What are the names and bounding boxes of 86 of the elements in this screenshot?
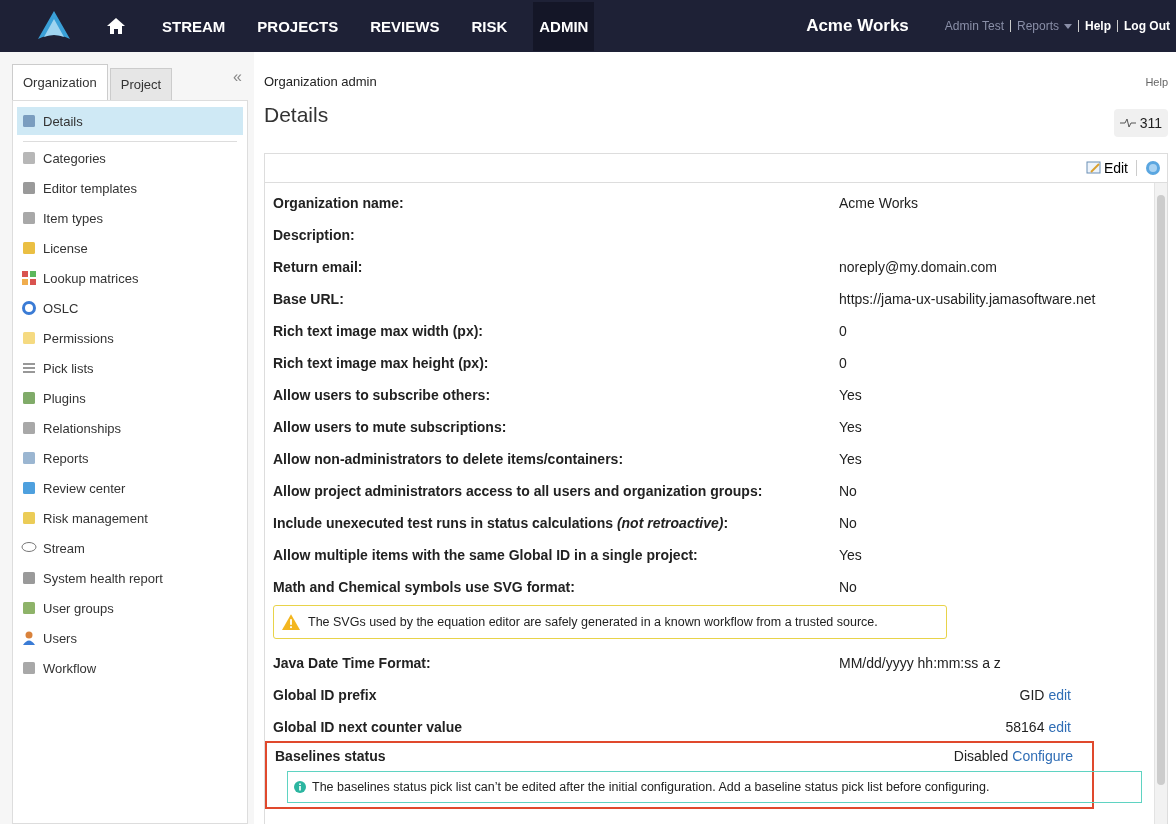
field-value: Yes <box>839 547 862 563</box>
edit-link[interactable]: edit <box>1048 719 1071 735</box>
field-value: GID <box>1019 687 1045 703</box>
field-value: noreply@my.domain.com <box>839 259 997 275</box>
user-icon <box>21 630 37 646</box>
sidebar-tab[interactable]: Project <box>109 68 173 100</box>
edit-link[interactable]: Configure <box>1012 748 1073 764</box>
user-link[interactable]: Admin Test <box>944 19 1004 33</box>
edit-link[interactable]: edit <box>1048 687 1071 703</box>
activity-counter[interactable]: 311 <box>1113 109 1168 137</box>
sidebar-item[interactable]: OSLC <box>17 293 243 323</box>
field-label: Baselines status <box>275 748 387 764</box>
page-title: Details <box>264 103 329 127</box>
field-label: Return email: <box>273 259 364 275</box>
nav-tab[interactable]: STREAM <box>162 17 226 35</box>
field-label: Rich text image max height (px): <box>273 355 490 371</box>
sidebar-item[interactable]: Workflow <box>17 653 243 683</box>
field-value: 0 <box>839 323 847 339</box>
field-value: Yes <box>839 387 862 403</box>
sidebar-tab[interactable]: Organization <box>12 64 108 100</box>
field-label: Description: <box>273 227 356 243</box>
reports-menu[interactable]: Reports <box>1016 19 1072 33</box>
sidebar-item[interactable]: Editor templates <box>17 173 243 203</box>
field-value: No <box>839 579 857 595</box>
field-label: Include unexecuted test runs in status calculations (not retroactive): <box>273 515 730 531</box>
sidebar-item[interactable]: License <box>17 233 243 263</box>
field-value: https://jama-ux-usability.jamasoftware.net <box>839 291 1096 307</box>
nav-tab[interactable]: REVIEWS <box>370 17 440 35</box>
grid-icon <box>21 270 37 286</box>
breadcrumb: Organization admin <box>264 74 377 89</box>
field-label: Global ID next counter value <box>273 719 464 735</box>
organization-name: Acme Works <box>806 16 909 36</box>
nav-tab[interactable]: ADMIN <box>533 1 595 51</box>
sidebar-item[interactable]: Review center <box>17 473 243 503</box>
field-value: MM/dd/yyyy hh:mm:ss a z <box>839 655 1001 671</box>
help-link[interactable]: Help <box>1145 75 1168 88</box>
warning-icon <box>282 614 300 630</box>
activity-count: 311 <box>1139 115 1162 131</box>
edit-button[interactable]: Edit <box>1085 160 1137 176</box>
sidebar-item[interactable]: Risk management <box>17 503 243 533</box>
caret-icon <box>1064 23 1072 29</box>
sidebar-item[interactable]: Lookup matrices <box>17 263 243 293</box>
field-label: Global ID prefix <box>273 687 378 703</box>
field-label: Java Date Time Format: <box>273 655 432 671</box>
scrollbar[interactable] <box>1154 183 1167 824</box>
sidebar-item[interactable]: Users <box>17 623 243 653</box>
field-label: Allow multiple items with the same Global ID in a single project: <box>273 547 699 563</box>
help-link[interactable]: Help <box>1085 19 1111 33</box>
logout-link[interactable]: Log Out <box>1124 19 1170 33</box>
field-label: Allow non-administrators to delete items/containers: <box>273 451 625 467</box>
field-label: Allow project administrators access to all users and organization groups: <box>273 483 764 499</box>
nav-tab[interactable]: PROJECTS <box>257 17 339 35</box>
sidebar-item[interactable]: Relationships <box>17 413 243 443</box>
edit-icon <box>1085 160 1102 176</box>
sidebar-item[interactable]: Stream <box>17 533 243 563</box>
list-icon <box>21 360 37 376</box>
nav-tab[interactable]: RISK <box>471 17 508 35</box>
field-value: No <box>839 483 857 499</box>
field-value: 58164 <box>1005 719 1045 735</box>
field-label: Math and Chemical symbols use SVG format: <box>273 579 576 595</box>
field-value: No <box>839 515 857 531</box>
field-label: Rich text image max width (px): <box>273 323 485 339</box>
field-label: Base URL: <box>273 291 345 307</box>
sidebar-item[interactable]: User groups <box>17 593 243 623</box>
field-value: Acme Works <box>839 195 919 211</box>
sidebar-item[interactable]: Pick lists <box>17 353 243 383</box>
sidebar-item[interactable]: Permissions <box>17 323 243 353</box>
pulse-icon <box>1119 118 1136 128</box>
field-value: Yes <box>839 419 862 435</box>
home-icon[interactable] <box>106 17 126 35</box>
info-text: The baselines status pick list can’t be edited after the initial configuration. Add a baseline status pick list before configuring. <box>312 780 990 794</box>
sidebar-item[interactable]: System health report <box>17 563 243 593</box>
field-label: Allow users to subscribe others: <box>273 387 492 403</box>
field-value: Disabled <box>953 748 1009 764</box>
ring-icon <box>21 300 37 316</box>
info-icon <box>294 781 306 793</box>
sidebar-item[interactable]: Plugins <box>17 383 243 413</box>
sidebar-item[interactable]: Details <box>17 107 243 135</box>
sidebar-item[interactable]: Categories <box>17 143 243 173</box>
sidebar-item[interactable]: Reports <box>17 443 243 473</box>
field-value: 0 <box>839 355 847 371</box>
sidebar-item[interactable]: Item types <box>17 203 243 233</box>
field-value: Yes <box>839 451 862 467</box>
field-label: Organization name: <box>273 195 405 211</box>
field-label: Allow users to mute subscriptions: <box>273 419 508 435</box>
warning-text: The SVGs used by the equation editor are safely generated in a known workflow from a trusted source. <box>308 615 878 629</box>
